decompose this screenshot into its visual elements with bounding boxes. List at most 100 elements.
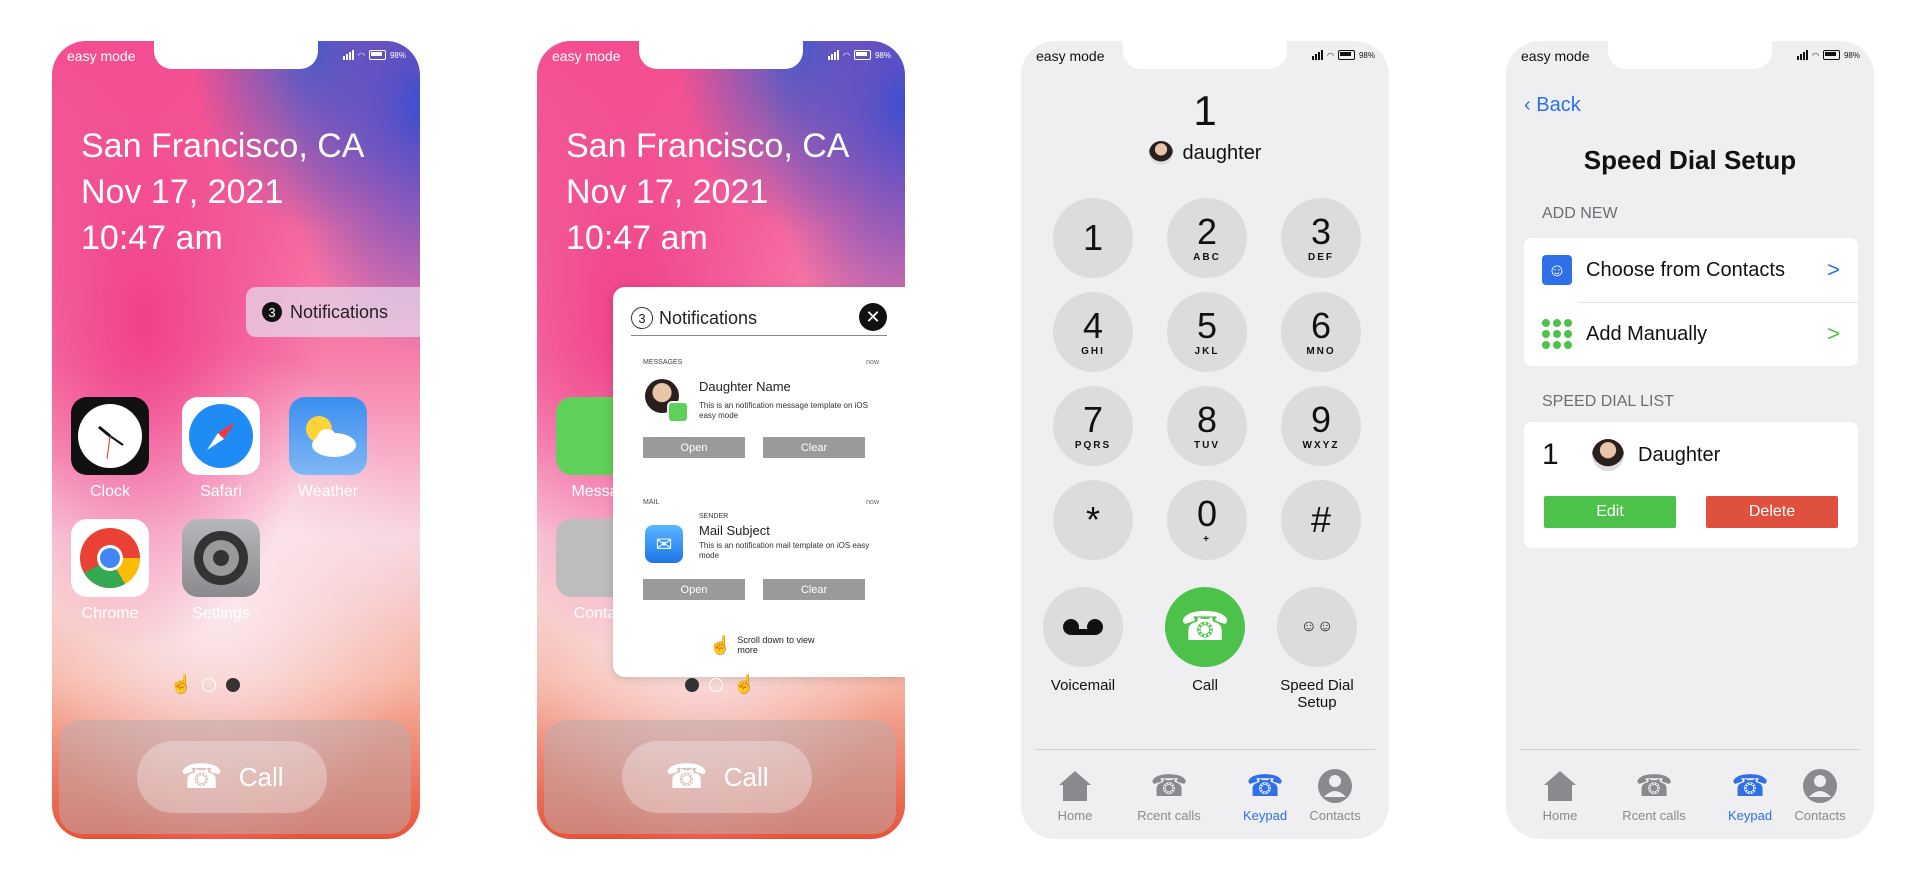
tab-label: Keypad	[1242, 808, 1288, 823]
clear-button[interactable]: Clear	[763, 579, 865, 600]
tab-keypad[interactable]: ☎ Keypad	[1710, 766, 1790, 824]
tab-home[interactable]: Home	[1520, 766, 1600, 823]
key-4[interactable]: 4 GHI	[1053, 292, 1133, 372]
tab-recent-calls[interactable]: ☎ Rcent calls	[1614, 766, 1694, 824]
mail-sender: SENDER	[699, 513, 729, 520]
call-button[interactable]: ☎ Call	[622, 741, 812, 813]
key-digit: 4	[1082, 304, 1104, 346]
signal-icon	[1312, 50, 1323, 60]
chrome-icon	[71, 519, 149, 597]
signal-icon	[1797, 50, 1808, 60]
app-settings[interactable]: Settings	[176, 519, 266, 623]
city-label: San Francisco, CA	[81, 127, 365, 165]
scroll-hint: ☝ Scroll down to view more	[709, 635, 819, 655]
tab-contacts[interactable]: Contacts	[1295, 766, 1375, 823]
status-bar: easy mode ◠ 98%	[52, 48, 420, 64]
key-9[interactable]: 9 WXYZ	[1281, 386, 1361, 466]
chevron-left-icon: ‹	[1524, 94, 1531, 116]
date-label: Nov 17, 2021	[566, 173, 769, 211]
call-label: Call	[238, 761, 284, 792]
notification-time: now	[866, 359, 879, 366]
home-screen-phone: easy mode ◠ 98% San Francisco, CA Nov 17…	[52, 41, 420, 839]
page-indicator[interactable]: ☝	[170, 674, 241, 695]
notification-panel-header: 3 Notifications ✕	[631, 301, 887, 336]
app-weather[interactable]: Weather	[283, 397, 373, 501]
close-icon[interactable]: ✕	[859, 303, 887, 331]
key-letters: MNO	[1306, 345, 1336, 357]
status-bar: easy mode ◠ 98%	[1506, 48, 1874, 64]
key-7[interactable]: 7 PQRS	[1053, 386, 1133, 466]
choose-from-contacts-row[interactable]: ☺ Choose from Contacts >	[1542, 252, 1840, 288]
key-0[interactable]: 0 +	[1167, 480, 1247, 560]
dock: ☎ Call	[544, 720, 896, 834]
key-3[interactable]: 3 DEF	[1281, 198, 1361, 278]
key-6[interactable]: 6 MNO	[1281, 292, 1361, 372]
key-letters: WXYZ	[1302, 439, 1340, 451]
notification-count-badge: 3	[262, 302, 282, 322]
battery-icon	[853, 50, 871, 60]
page-dot	[709, 677, 723, 692]
key-digit: 5	[1196, 304, 1218, 346]
open-button[interactable]: Open	[643, 579, 745, 600]
tab-keypad[interactable]: ☎ Keypad	[1225, 766, 1305, 824]
time-label: 10:47 am	[566, 219, 708, 257]
location-date-time: San Francisco, CA Nov 17, 2021 10:47 am	[566, 123, 849, 261]
date-label: Nov 17, 2021	[81, 173, 284, 211]
app-chrome[interactable]: Chrome	[65, 519, 155, 623]
divider	[1578, 302, 1858, 303]
easy-mode-label: easy mode	[552, 48, 621, 64]
key-hash[interactable]: #	[1281, 480, 1361, 560]
recent-calls-icon: ☎	[1635, 769, 1673, 803]
key-8[interactable]: 8 TUV	[1167, 386, 1247, 466]
speed-dial-setup-button[interactable]: ☺☺ Speed Dial Setup	[1267, 587, 1367, 711]
page-title: Speed Dial Setup	[1583, 145, 1797, 175]
key-letters: ABC	[1193, 251, 1221, 263]
call-button[interactable]: ☎ Call	[137, 741, 327, 813]
mail-envelope-icon: ✉	[645, 525, 683, 563]
app-label: Weather	[297, 483, 359, 500]
open-button[interactable]: Open	[643, 437, 745, 458]
speed-dial-people-icon: ☺☺	[1277, 587, 1357, 667]
key-digit: 9	[1310, 398, 1332, 440]
dial-grid-icon	[1542, 319, 1572, 349]
notification-panel: 3 Notifications ✕ MESSAGES now Daughter …	[613, 287, 905, 677]
clear-button[interactable]: Clear	[763, 437, 865, 458]
notification-body: This is an notification mail template on…	[699, 541, 870, 560]
battery-percent: 98%	[1358, 50, 1375, 60]
voicemail-button[interactable]: Voicemail	[1033, 587, 1133, 694]
swipe-hand-icon: ☝	[170, 674, 193, 694]
key-5[interactable]: 5 JKL	[1167, 292, 1247, 372]
easy-mode-label: easy mode	[1036, 48, 1105, 64]
edit-button[interactable]: Edit	[1544, 496, 1676, 528]
key-star[interactable]: *	[1053, 480, 1133, 560]
notifications-button[interactable]: 3 Notifications	[246, 287, 420, 337]
page-dot-active	[685, 677, 699, 692]
notification-category: MESSAGES	[643, 359, 683, 366]
key-digit: 3	[1310, 210, 1332, 252]
call-button[interactable]: ☎ Call	[1155, 587, 1255, 694]
app-label: Safari	[200, 483, 242, 500]
tab-home[interactable]: Home	[1035, 766, 1115, 823]
app-label: Clock	[89, 483, 130, 500]
notification-title: Daughter Name	[699, 379, 791, 394]
battery-icon	[1822, 50, 1840, 60]
back-button[interactable]: ‹ Back	[1524, 94, 1581, 117]
battery-percent: 98%	[389, 50, 406, 60]
weather-cloud-icon	[289, 397, 367, 475]
tab-label: Keypad	[1727, 808, 1773, 823]
notification-panel-title: Notifications	[659, 307, 758, 328]
gear-icon	[182, 519, 260, 597]
avatar	[1592, 439, 1624, 471]
app-safari[interactable]: Safari	[176, 397, 266, 501]
key-1[interactable]: 1	[1053, 198, 1133, 278]
tab-recent-calls[interactable]: ☎ Rcent calls	[1129, 766, 1209, 824]
key-2[interactable]: 2 ABC	[1167, 198, 1247, 278]
phone-keypad-icon: ☎	[665, 758, 708, 796]
page-indicator[interactable]: ☝	[685, 674, 755, 695]
tab-contacts[interactable]: Contacts	[1780, 766, 1860, 823]
app-clock[interactable]: Clock	[65, 397, 155, 501]
delete-button[interactable]: Delete	[1706, 496, 1838, 528]
time-label: 10:47 am	[81, 219, 223, 257]
add-manually-row[interactable]: Add Manually >	[1542, 316, 1840, 352]
battery-percent: 98%	[1843, 50, 1860, 60]
